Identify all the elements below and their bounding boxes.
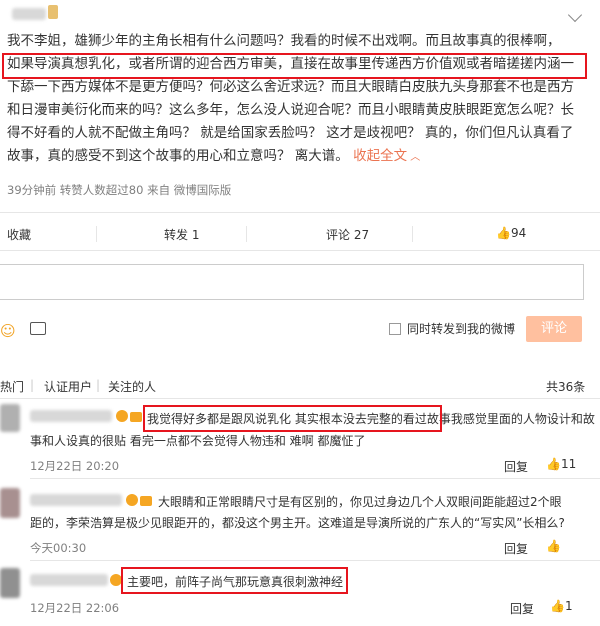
collapse-chevron-icon[interactable]: ︿ [407,152,420,163]
divider [246,226,247,242]
reply-button[interactable]: 回复 [504,458,528,475]
tab-hot[interactable]: 热门 [0,378,24,395]
divider [30,560,600,561]
reply-button[interactable]: 回复 [510,600,534,617]
sync-repost-label: 同时转发到我的微博 [407,322,516,336]
repost-button[interactable]: 转发 1 [164,226,199,243]
vip-badge-icon [116,410,128,422]
post-line: 我不李姐，雄狮少年的主角长相有什么问题吗？我看的时候不出戏啊。而且故事真的很棒啊… [7,33,561,49]
tab-separator: | [30,378,35,392]
comment-input[interactable] [0,264,584,300]
divider [30,478,600,479]
tab-verified[interactable]: 认证用户 [44,378,92,395]
vip-badge-icon [110,574,122,586]
comment-time: 12月22日 22:06 [30,601,120,615]
divider [96,226,97,242]
post-line: 如果导演真想乳化，或者所谓的迎合西方审美，直接在故事里传递西方价值观或者暗搓搓内… [7,56,574,72]
comment-like-button[interactable]: 👍11 [546,457,576,471]
divider [412,226,413,242]
author-name-blurred[interactable] [12,8,46,20]
level-badge-icon [140,496,152,506]
post-line: 故事，真的感受不到这个故事的用心和立意吗？ 离大谱。 收起全文 ︿ [7,148,421,164]
commenter-name-blurred[interactable] [30,574,108,586]
comment-line: 大眼睛和正常眼睛尺寸是有区别的，你见过身边几个人双眼间距能超过2个眼 [158,495,562,509]
avatar[interactable] [0,488,20,518]
like-button[interactable]: 👍94 [496,226,526,240]
image-icon[interactable] [30,322,46,335]
tab-separator: | [96,378,101,392]
post-line: 得不好看的人就不配做主角吗？ 就是给国家丢脸吗？ 这才是歧视吧？ 真的，你们但凡… [7,125,574,141]
divider [0,250,600,251]
divider [0,398,600,399]
commenter-name-blurred[interactable] [30,410,112,422]
chevron-down-icon[interactable] [567,7,583,23]
sync-repost-checkbox[interactable] [389,323,401,335]
post-line: 下舔一下西方媒体不是更方便吗？何必这么舍近求远？而且大眼睛白皮肤九头身那套不也是… [7,79,574,95]
collapse-link[interactable]: 收起全文 [353,148,407,164]
action-bar: 收藏 转发 1 评论 27 👍94 [0,220,600,248]
comment-like-button[interactable]: 👍1 [550,599,573,613]
comment-line: 距的，李荣浩算是极少见眼距开的，都没这个男主开。这难道是导演所说的广东人的“写实… [30,516,565,530]
thumb-up-icon: 👍 [546,539,561,553]
comment-button[interactable]: 评论 27 [326,226,369,243]
reply-button[interactable]: 回复 [504,540,528,557]
emoji-icon[interactable]: ☺ [0,322,16,340]
comment-time: 今天00:30 [30,541,87,555]
vip-badge-icon [126,494,138,506]
comment-line: 我觉得好多都是跟风说乳化 其实根本没去完整的看过故事我感觉里面的人物设计和故 [147,412,595,426]
thumb-up-icon: 👍 [546,457,561,471]
commenter-name-blurred[interactable] [30,494,122,506]
level-badge-icon [130,412,142,422]
comment-like-button[interactable]: 👍 [546,539,561,553]
comment-line: 事和人设真的很贴 看完一点都不会觉得人物违和 难啊 都魔怔了 [30,434,366,448]
comment-count: 共36条 [546,380,586,394]
comment-time: 12月22日 20:20 [30,459,120,473]
avatar[interactable] [0,568,20,598]
tab-following[interactable]: 关注的人 [108,378,156,395]
submit-comment-button[interactable]: 评论 [526,316,582,342]
post-body: 我不李姐，雄狮少年的主角长相有什么问题吗？我看的时候不出戏啊。而且故事真的很棒啊… [7,30,587,169]
divider [0,212,600,213]
thumb-up-icon: 👍 [496,226,511,240]
post-line: 和日漫审美衍化而来的吗？这么多年，怎么没人说迎合呢？而且小眼睛黄皮肤眼距宽怎么呢… [7,102,574,118]
author-badge-icon [48,5,58,19]
avatar[interactable] [0,404,20,432]
comment-line: 主要吧，前阵子尚气那玩意真很刺激神经 [127,575,344,589]
post-meta: 39分钟前 转赞人数超过80 来自 微博国际版 [7,183,232,197]
collect-button[interactable]: 收藏 [7,226,31,243]
thumb-up-icon: 👍 [550,599,565,613]
